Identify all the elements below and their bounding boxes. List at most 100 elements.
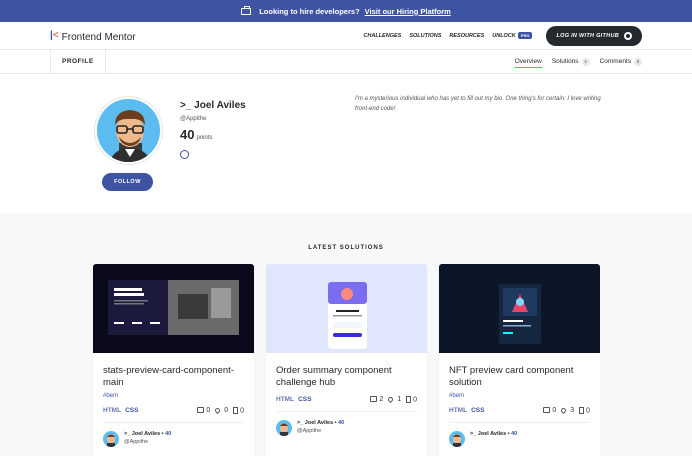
solution-thumbnail	[93, 264, 254, 353]
latest-solutions-title: LATEST SOLUTIONS	[308, 245, 384, 251]
logo[interactable]: |< Frontend Mentor	[50, 27, 136, 45]
author-handle: @Appithe	[124, 439, 149, 446]
author-avatar	[449, 431, 465, 448]
solutions-count: 4	[581, 57, 590, 66]
solution-title[interactable]: NFT preview card component solution	[449, 365, 590, 390]
bookmark-icon	[579, 406, 585, 414]
solutions-list: stats-preview-card-component-main #bem H…	[0, 264, 692, 456]
author-name: >_ Joel Aviles • 40	[297, 420, 345, 427]
logo-mark-icon: |<	[50, 30, 59, 41]
solution-thumbnail	[439, 264, 600, 353]
solution-thumbnail	[266, 264, 427, 353]
tab-comments-label: Comments	[599, 58, 631, 65]
author-points: 40	[338, 420, 345, 427]
author-points: 40	[165, 431, 172, 438]
solution-tag[interactable]: #bem	[449, 393, 590, 399]
bookmarks-stat: 0	[233, 406, 244, 415]
points-label: points	[196, 135, 213, 141]
hiring-banner: Looking to hire developers? Visit our Hi…	[0, 0, 692, 22]
author-name-text: >_ Joel Aviles	[470, 431, 507, 438]
nav-solutions[interactable]: SOLUTIONS	[409, 33, 441, 39]
solution-title[interactable]: stats-preview-card-component-main	[103, 365, 244, 390]
hiring-platform-link[interactable]: Visit our Hiring Platform	[365, 7, 451, 16]
profile-points: 40 points	[180, 127, 212, 142]
bookmarks-stat: 0	[406, 395, 417, 404]
author-name-text: >_ Joel Aviles	[297, 420, 334, 427]
tab-solutions-label: Solutions	[551, 58, 579, 65]
profile-subnav: PROFILE Overview Solutions 4 Comments 0	[0, 50, 692, 74]
follow-button[interactable]: FOLLOW	[102, 173, 153, 191]
comment-icon	[370, 396, 378, 403]
solution-author[interactable]: >_ Joel Aviles • 40 @Appithe	[103, 422, 244, 448]
points-value: 40	[180, 127, 195, 142]
bookmarks-stat: 0	[579, 406, 590, 415]
author-name: >_ Joel Aviles • 40	[124, 431, 172, 438]
pro-badge: PRO	[517, 31, 533, 39]
css-tag: CSS	[125, 406, 139, 414]
comments-stat: 0	[543, 407, 556, 414]
author-points: 40	[511, 431, 518, 438]
github-icon	[624, 31, 632, 40]
solution-author[interactable]: >_ Joel Aviles • 40 @Appithe	[276, 411, 417, 437]
bookmark-icon	[406, 395, 412, 403]
comments-count: 0	[552, 406, 557, 414]
html-tag: HTML	[103, 406, 122, 414]
solution-card[interactable]: NFT preview card component solution #bem…	[439, 264, 600, 456]
html-tag: HTML	[449, 406, 468, 414]
bookmarks-count: 0	[586, 407, 590, 415]
likes-stat: 3	[560, 406, 575, 414]
bookmark-icon	[233, 406, 239, 414]
likes-stat: 0	[214, 406, 229, 414]
author-name-text: >_ Joel Aviles	[124, 431, 161, 438]
github-profile-icon[interactable]	[180, 150, 189, 159]
solution-title[interactable]: Order summary component challenge hub	[276, 365, 417, 390]
solution-card[interactable]: stats-preview-card-component-main #bem H…	[93, 264, 254, 456]
logo-text: Frontend Mentor	[61, 31, 136, 43]
login-label: LOG IN WITH GITHUB	[556, 32, 619, 39]
likes-count: 1	[397, 395, 402, 403]
briefcase-icon	[241, 5, 252, 15]
html-tag: HTML	[276, 395, 295, 403]
author-name: >_ Joel Aviles • 40	[470, 431, 518, 438]
comments-stat: 2	[370, 396, 383, 403]
nav-unlock[interactable]: UNLOCK PRO	[492, 31, 533, 39]
nav-resources[interactable]: RESOURCES	[449, 33, 484, 39]
author-handle: @Appithe	[297, 428, 322, 435]
author-avatar	[103, 431, 119, 448]
heart-icon	[214, 406, 222, 414]
solution-tag[interactable]: #bem	[103, 393, 244, 399]
author-avatar	[276, 420, 292, 437]
nav-challenges[interactable]: CHALLENGES	[363, 33, 401, 39]
comments-stat: 0	[197, 407, 210, 414]
comments-count: 2	[379, 395, 384, 403]
profile-bio: I'm a mysterious individual who has yet …	[355, 96, 601, 112]
banner-text: Looking to hire developers?	[259, 6, 360, 16]
solution-author[interactable]: >_ Joel Aviles • 40	[449, 422, 590, 448]
profile-handle: @Appithe	[180, 116, 207, 122]
heart-icon	[387, 395, 395, 403]
heart-icon	[560, 406, 568, 414]
comment-icon	[197, 407, 205, 414]
profile-section: FOLLOW >_ Joel Aviles @Appithe 40 points …	[0, 74, 692, 213]
comment-icon	[543, 407, 551, 414]
top-nav: |< Frontend Mentor CHALLENGES SOLUTIONS …	[0, 22, 692, 50]
profile-name: >_ Joel Aviles	[180, 100, 246, 111]
bookmarks-count: 0	[240, 407, 244, 415]
tab-solutions[interactable]: Solutions 4	[552, 50, 590, 74]
css-tag: CSS	[471, 406, 485, 414]
likes-count: 0	[224, 406, 229, 414]
tab-overview[interactable]: Overview	[514, 50, 542, 74]
nav-unlock-label: UNLOCK	[492, 32, 516, 39]
css-tag: CSS	[298, 395, 312, 403]
avatar	[95, 97, 162, 164]
likes-count: 3	[570, 406, 575, 414]
comments-count: 0	[206, 406, 211, 414]
comments-count: 0	[634, 57, 642, 66]
bookmarks-count: 0	[413, 396, 417, 404]
solution-card[interactable]: Order summary component challenge hub HT…	[266, 264, 427, 456]
likes-stat: 1	[387, 395, 402, 403]
login-github-button[interactable]: LOG IN WITH GITHUB	[546, 25, 642, 46]
tab-overview-label: Overview	[514, 58, 542, 65]
tab-profile[interactable]: PROFILE	[50, 50, 106, 73]
tab-comments[interactable]: Comments 0	[600, 50, 642, 74]
